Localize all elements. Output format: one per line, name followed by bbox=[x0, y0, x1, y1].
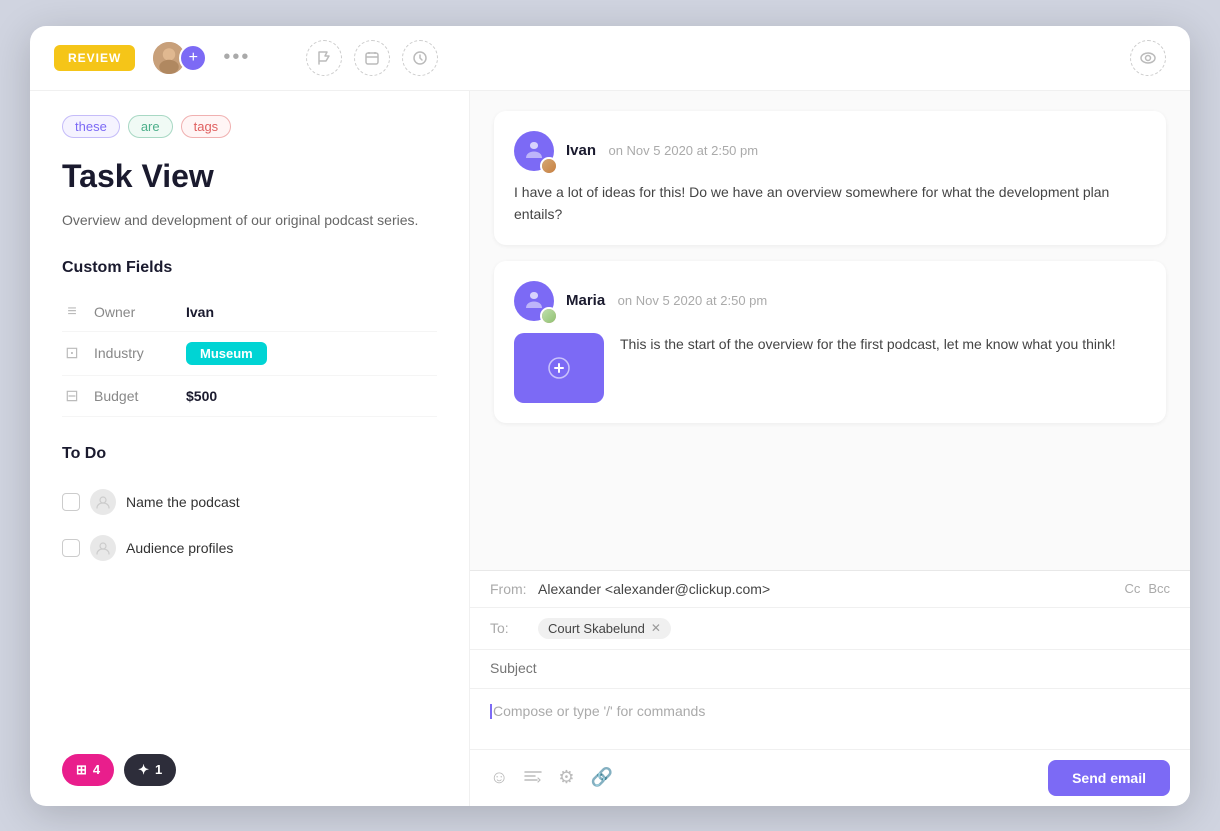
todo-user-icon-1 bbox=[90, 489, 116, 515]
industry-icon: ⊡ bbox=[62, 343, 82, 363]
comment-2-meta: Maria on Nov 5 2020 at 2:50 pm bbox=[566, 292, 767, 310]
todo-item-1: Name the podcast bbox=[62, 479, 437, 525]
badge-pink[interactable]: ⊞ 4 bbox=[62, 754, 114, 786]
todo-label-1: Name the podcast bbox=[126, 494, 240, 510]
status-badge[interactable]: REVIEW bbox=[54, 45, 135, 71]
comment-1-meta: Ivan on Nov 5 2020 at 2:50 pm bbox=[566, 142, 758, 160]
comment-2-mini-avatar bbox=[540, 307, 558, 325]
send-email-button[interactable]: Send email bbox=[1048, 760, 1170, 796]
compose-body[interactable]: Compose or type '/' for commands bbox=[470, 689, 1190, 749]
budget-label: Budget bbox=[94, 388, 174, 404]
comment-2-text: This is the start of the overview for th… bbox=[620, 333, 1116, 355]
badge-pink-icon: ⊞ bbox=[76, 762, 87, 778]
tag-are[interactable]: are bbox=[128, 115, 173, 138]
emoji-icon[interactable]: ☺ bbox=[490, 767, 508, 788]
comment-2: Maria on Nov 5 2020 at 2:50 pm This is t… bbox=[494, 261, 1166, 423]
industry-label: Industry bbox=[94, 345, 174, 361]
email-from-row: From: Alexander <alexander@clickup.com> … bbox=[470, 571, 1190, 608]
cc-bcc-buttons: Cc Bcc bbox=[1124, 581, 1170, 596]
comment-1-avatar bbox=[514, 131, 554, 171]
clock-icon-button[interactable] bbox=[402, 40, 438, 76]
badge-dark[interactable]: ✦ 1 bbox=[124, 754, 176, 786]
main-layout: these are tags Task View Overview and de… bbox=[30, 91, 1190, 806]
attachment-icon[interactable]: 🔗 bbox=[591, 767, 613, 788]
formatting-icon[interactable] bbox=[524, 767, 542, 788]
comment-2-attachment: This is the start of the overview for th… bbox=[514, 333, 1146, 403]
settings-icon[interactable]: ⚙ bbox=[558, 767, 574, 788]
attachment-thumb[interactable] bbox=[514, 333, 604, 403]
industry-badge[interactable]: Museum bbox=[186, 342, 267, 365]
to-chip-name: Court Skabelund bbox=[548, 621, 645, 636]
comment-2-header: Maria on Nov 5 2020 at 2:50 pm bbox=[514, 281, 1146, 321]
todo-item-2: Audience profiles bbox=[62, 525, 437, 571]
owner-icon: ≡ bbox=[62, 303, 82, 321]
comment-1-mini-avatar bbox=[540, 157, 558, 175]
badge-dark-count: 1 bbox=[155, 762, 162, 777]
todo-user-icon-2 bbox=[90, 535, 116, 561]
bcc-button[interactable]: Bcc bbox=[1148, 581, 1170, 596]
comment-1-header: Ivan on Nov 5 2020 at 2:50 pm bbox=[514, 131, 1146, 171]
subject-input[interactable] bbox=[490, 660, 1170, 676]
flag-icon-button[interactable] bbox=[306, 40, 342, 76]
add-user-button[interactable]: + bbox=[179, 44, 207, 72]
to-chip[interactable]: Court Skabelund ✕ bbox=[538, 618, 671, 639]
calendar-icon-button[interactable] bbox=[354, 40, 390, 76]
task-title: Task View bbox=[62, 158, 437, 195]
todo-label-2: Audience profiles bbox=[126, 540, 233, 556]
avatar-group: + bbox=[151, 40, 207, 76]
tag-these[interactable]: these bbox=[62, 115, 120, 138]
bottom-badges: ⊞ 4 ✦ 1 bbox=[62, 754, 176, 786]
comments-area: Ivan on Nov 5 2020 at 2:50 pm I have a l… bbox=[470, 91, 1190, 570]
left-panel: these are tags Task View Overview and de… bbox=[30, 91, 470, 806]
top-bar: REVIEW + ••• bbox=[30, 26, 1190, 91]
top-bar-icons bbox=[306, 40, 438, 76]
email-to-row[interactable]: To: Court Skabelund ✕ bbox=[470, 608, 1190, 650]
text-cursor bbox=[490, 704, 492, 719]
todo-checkbox-1[interactable] bbox=[62, 493, 80, 511]
to-chip-remove[interactable]: ✕ bbox=[651, 621, 661, 635]
budget-value: $500 bbox=[186, 388, 217, 404]
comment-2-time: on Nov 5 2020 at 2:50 pm bbox=[618, 293, 768, 308]
cc-button[interactable]: Cc bbox=[1124, 581, 1140, 596]
todo-section: To Do Name the podcast bbox=[62, 445, 437, 571]
right-panel: Ivan on Nov 5 2020 at 2:50 pm I have a l… bbox=[470, 91, 1190, 806]
owner-label: Owner bbox=[94, 304, 174, 320]
badge-pink-count: 4 bbox=[93, 762, 100, 777]
todo-title: To Do bbox=[62, 445, 437, 463]
owner-value: Ivan bbox=[186, 304, 214, 320]
more-options-button[interactable]: ••• bbox=[223, 46, 250, 69]
task-description: Overview and development of our original… bbox=[62, 209, 437, 231]
comment-2-avatar bbox=[514, 281, 554, 321]
comment-1-time: on Nov 5 2020 at 2:50 pm bbox=[608, 143, 758, 158]
custom-fields-section: Custom Fields ≡ Owner Ivan ⊡ Industry Mu… bbox=[62, 259, 437, 417]
budget-icon: ⊟ bbox=[62, 386, 82, 406]
app-window: REVIEW + ••• bbox=[30, 26, 1190, 806]
comment-1-author: Ivan bbox=[566, 142, 596, 159]
comment-1-text: I have a lot of ideas for this! Do we ha… bbox=[514, 181, 1146, 226]
tag-tags[interactable]: tags bbox=[181, 115, 232, 138]
todo-checkbox-2[interactable] bbox=[62, 539, 80, 557]
eye-icon-button[interactable] bbox=[1130, 40, 1166, 76]
comment-1: Ivan on Nov 5 2020 at 2:50 pm I have a l… bbox=[494, 111, 1166, 246]
to-label: To: bbox=[490, 620, 530, 636]
field-owner: ≡ Owner Ivan bbox=[62, 293, 437, 332]
subject-row[interactable] bbox=[470, 650, 1190, 689]
from-label: From: bbox=[490, 581, 530, 597]
from-value: Alexander <alexander@clickup.com> bbox=[538, 581, 1116, 597]
email-compose: From: Alexander <alexander@clickup.com> … bbox=[470, 570, 1190, 806]
tags-row: these are tags bbox=[62, 115, 437, 138]
custom-fields-title: Custom Fields bbox=[62, 259, 437, 277]
field-industry: ⊡ Industry Museum bbox=[62, 332, 437, 376]
field-budget: ⊟ Budget $500 bbox=[62, 376, 437, 417]
compose-placeholder: Compose or type '/' for commands bbox=[493, 703, 705, 719]
email-toolbar: ☺ ⚙ 🔗 Send email bbox=[470, 749, 1190, 806]
comment-2-author: Maria bbox=[566, 292, 605, 309]
badge-dark-icon: ✦ bbox=[138, 762, 149, 778]
